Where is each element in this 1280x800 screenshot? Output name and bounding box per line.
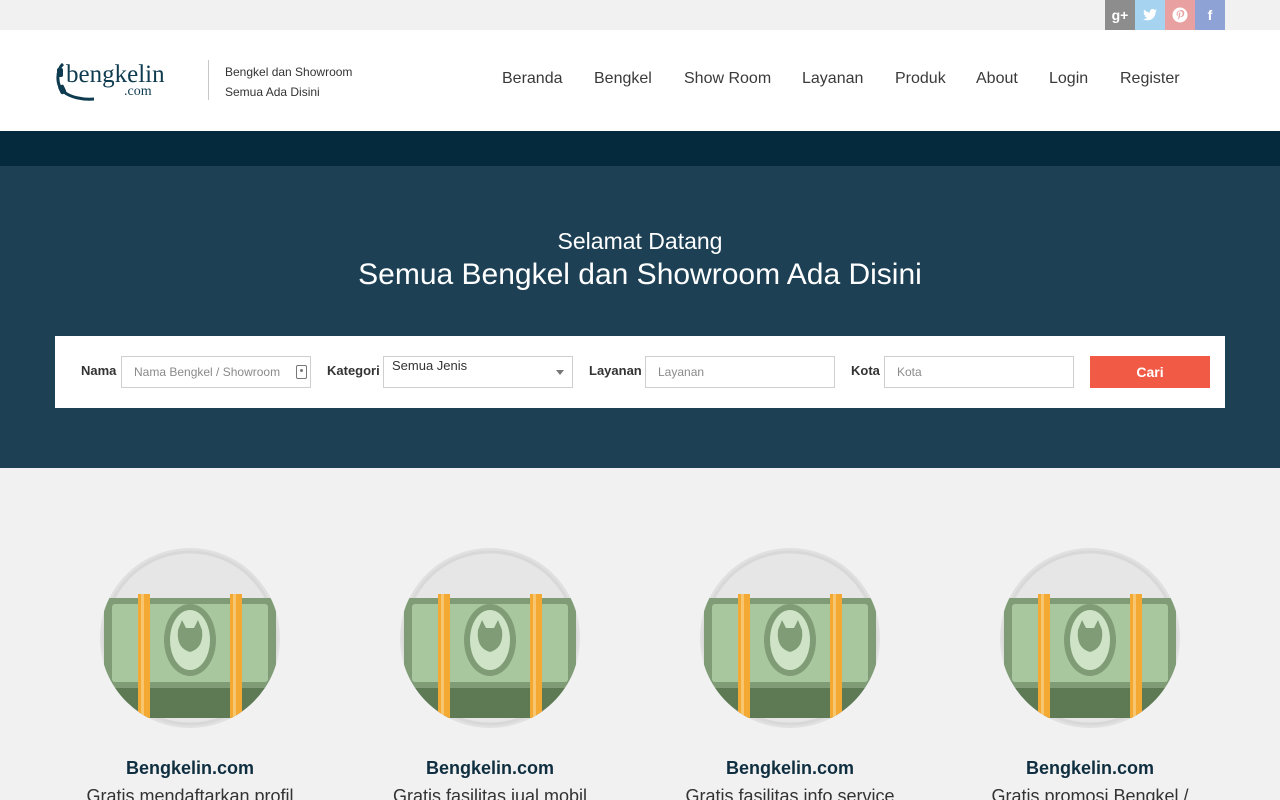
tagline-line1: Bengkel dan Showroom (225, 65, 353, 79)
kategori-select[interactable]: Semua Jenis (383, 356, 573, 388)
money-cat-icon (700, 548, 880, 728)
nama-label: Nama (81, 363, 117, 378)
kota-label: Kota (851, 363, 880, 378)
nav-produk[interactable]: Produk (895, 70, 946, 88)
layanan-label: Layanan (589, 363, 642, 378)
logo-divider (208, 60, 209, 100)
nav-about[interactable]: About (976, 70, 1018, 88)
kategori-value: Semua Jenis (392, 358, 468, 373)
nav-register[interactable]: Register (1120, 70, 1180, 88)
layanan-input[interactable] (645, 356, 835, 388)
hero-section: Selamat Datang Semua Bengkel dan Showroo… (0, 166, 1280, 468)
feature-title: Bengkelin.com (125, 758, 255, 778)
money-cat-icon (400, 548, 580, 728)
facebook-icon[interactable]: f (1195, 0, 1225, 30)
feature-desc: Gratis fasilitas jual mobil (392, 786, 588, 800)
social-bar: g+ f (0, 0, 1280, 30)
twitter-icon[interactable] (1135, 0, 1165, 30)
nama-input[interactable] (121, 356, 311, 388)
tagline-line2: Semua Ada Disini (225, 85, 320, 99)
search-form: Nama Kategori Semua Jenis Layanan Kota C… (55, 336, 1225, 408)
feature-desc: Gratis mendaftarkan profil (86, 786, 294, 800)
kota-input[interactable] (884, 356, 1074, 388)
feature-title: Bengkelin.com (1025, 758, 1155, 778)
nav-show-room[interactable]: Show Room (684, 70, 771, 88)
hero-subtitle: Selamat Datang (557, 228, 723, 254)
bengkelin-logo[interactable]: bengkelin .com (54, 58, 199, 104)
kategori-label: Kategori (327, 363, 380, 378)
feature-desc: Gratis promosi Bengkel / (991, 786, 1189, 800)
feature-title: Bengkelin.com (425, 758, 555, 778)
feature-title: Bengkelin.com (725, 758, 855, 778)
nav-login[interactable]: Login (1049, 70, 1088, 88)
chevron-down-icon (556, 370, 564, 375)
hero-strip (0, 131, 1280, 166)
contact-card-icon (296, 365, 307, 379)
site-header: bengkelin .com Bengkel dan Showroom Semu… (0, 30, 1280, 131)
tagline: Bengkel dan Showroom Semua Ada Disini (225, 62, 352, 102)
nav-beranda[interactable]: Beranda (502, 70, 563, 88)
feature-desc: Gratis fasilitas info service (685, 786, 895, 800)
logo-sub: .com (124, 84, 152, 99)
google-plus-icon[interactable]: g+ (1105, 0, 1135, 30)
money-cat-icon (1000, 548, 1180, 728)
hero-title: Semua Bengkel dan Showroom Ada Disini (358, 258, 922, 291)
money-cat-icon (100, 548, 280, 728)
nav-layanan[interactable]: Layanan (802, 70, 863, 88)
cari-button[interactable]: Cari (1090, 356, 1210, 388)
pinterest-icon[interactable] (1165, 0, 1195, 30)
nav-bengkel[interactable]: Bengkel (594, 70, 652, 88)
